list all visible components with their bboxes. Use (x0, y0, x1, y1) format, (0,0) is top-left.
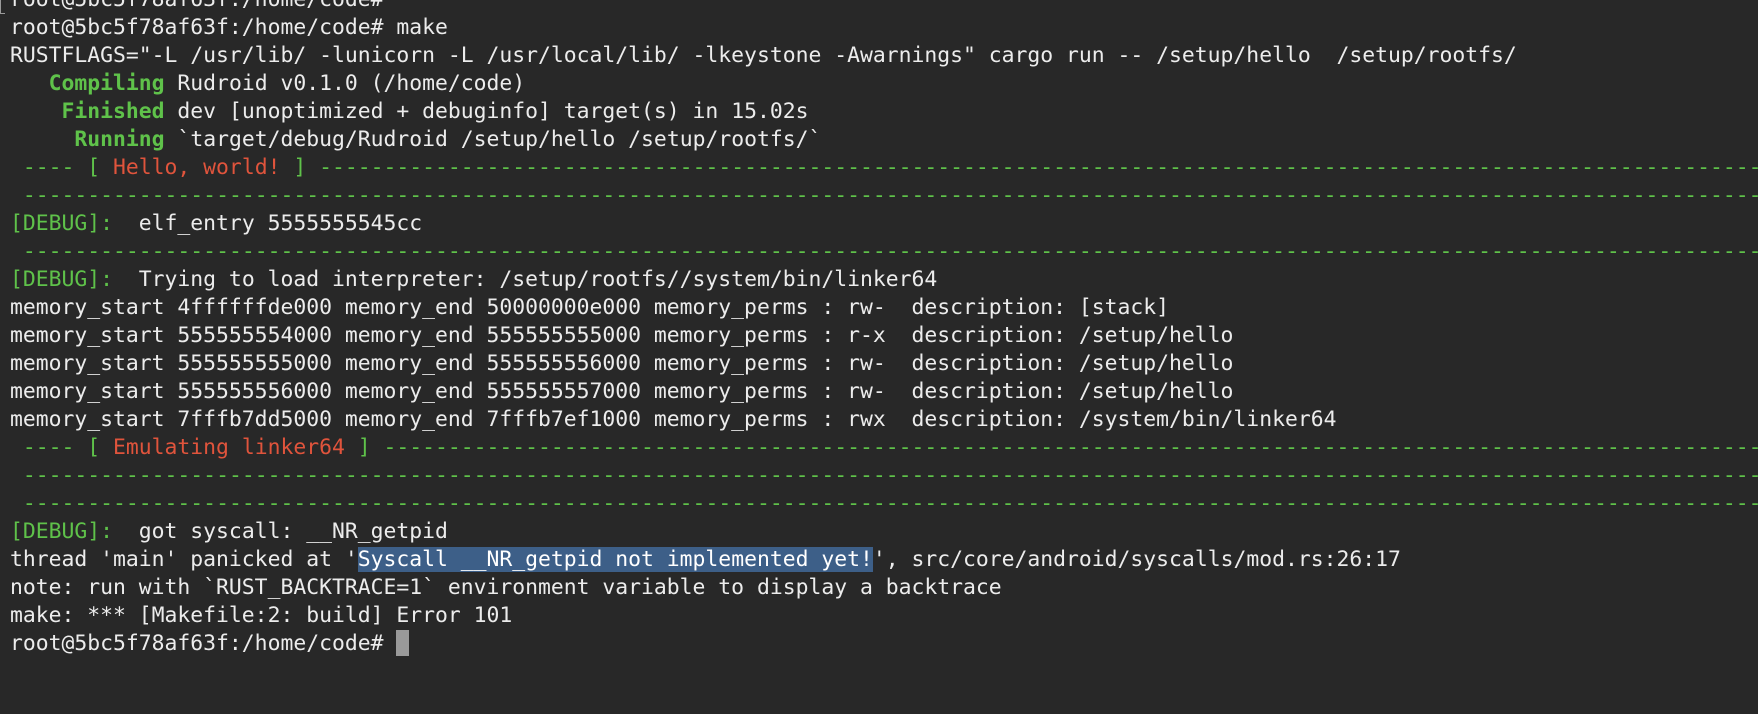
compiling-label: Compiling (48, 71, 165, 96)
separator-rule: ----------------------------------------… (10, 238, 1758, 266)
debug-tag: [DEBUG]: (10, 211, 114, 236)
separator-rule-dashes: ----------------------------------------… (22, 239, 1758, 264)
banner-emulating-title: Emulating linker64 (113, 435, 345, 460)
selection-bracket-marker (0, 0, 5, 14)
debug-syscall-text: got syscall: __NR_getpid (113, 519, 448, 544)
memory-line: memory_start 555555555000 memory_end 555… (10, 351, 1234, 376)
debug-elf-entry-line: [DEBUG]: elf_entry 5555555545cc (10, 210, 1758, 238)
rustflags-command-line: RUSTFLAGS="-L /usr/lib/ -lunicorn -L /us… (10, 43, 1517, 68)
banner-emulating-rule: ----------------------------------------… (383, 435, 1758, 460)
partial-prompt-line: root@5bc5f78af63f:/home/code# (10, 0, 1758, 14)
terminal-window[interactable]: root@5bc5f78af63f:/home/code# root@5bc5f… (0, 0, 1758, 700)
debug-tag: [DEBUG]: (10, 267, 114, 292)
finished-label: Finished (61, 99, 165, 124)
banner-hello-suffix: ] (280, 155, 320, 180)
finished-line: Finished dev [unoptimized + debuginfo] t… (10, 98, 1758, 126)
make-error-line: make: *** [Makefile:2: build] Error 101 (10, 603, 513, 628)
memory-line: memory_start 555555556000 memory_end 555… (10, 379, 1234, 404)
banner-hello-title: Hello, world! (113, 155, 281, 180)
memory-line: memory_start 7fffb7dd5000 memory_end 7ff… (10, 407, 1337, 432)
debug-syscall-line: [DEBUG]: got syscall: __NR_getpid (10, 518, 1758, 546)
backtrace-note-line: note: run with `RUST_BACKTRACE=1` enviro… (10, 575, 1002, 600)
separator-rule: ----------------------------------------… (10, 490, 1758, 518)
panic-prefix: thread 'main' panicked at ' (10, 547, 358, 572)
debug-elf-entry-text: elf_entry 5555555545cc (113, 211, 423, 236)
banner-emulating-suffix: ] (344, 435, 384, 460)
panic-selected-text[interactable]: Syscall __NR_getpid not implemented yet! (357, 547, 873, 572)
finished-text: dev [unoptimized + debuginfo] target(s) … (164, 99, 809, 124)
debug-tag: [DEBUG]: (10, 519, 114, 544)
separator-rule: ----------------------------------------… (10, 462, 1758, 490)
memory-line: memory_start 555555554000 memory_end 555… (10, 323, 1234, 348)
banner-emulating-prefix: ---- [ (10, 435, 114, 460)
running-text: `target/debug/Rudroid /setup/hello /setu… (164, 127, 822, 152)
prompt-make-line: root@5bc5f78af63f:/home/code# make (10, 15, 448, 40)
memory-line: memory_start 4ffffffde000 memory_end 500… (10, 295, 1170, 320)
separator-rule-dashes: ----------------------------------------… (22, 183, 1758, 208)
separator-rule-dashes: ----------------------------------------… (22, 491, 1758, 516)
debug-interpreter-text: Trying to load interpreter: /setup/rootf… (113, 267, 938, 292)
separator-rule: ----------------------------------------… (10, 182, 1758, 210)
running-line: Running `target/debug/Rudroid /setup/hel… (10, 126, 1758, 154)
separator-rule-dashes: ----------------------------------------… (22, 463, 1758, 488)
banner-emulating-line: ---- [ Emulating linker64 ] ------------… (10, 434, 1758, 462)
final-prompt-text: root@5bc5f78af63f:/home/code# (10, 631, 397, 656)
compiling-text: Rudroid v0.1.0 (/home/code) (164, 71, 526, 96)
terminal-cursor[interactable] (396, 630, 410, 656)
compiling-line: Compiling Rudroid v0.1.0 (/home/code) (10, 70, 1758, 98)
panic-line: thread 'main' panicked at 'Syscall __NR_… (10, 546, 1758, 574)
banner-hello-line: ---- [ Hello, world! ] -----------------… (10, 154, 1758, 182)
panic-suffix: ', src/core/android/syscalls/mod.rs:26:1… (872, 547, 1401, 572)
running-label: Running (74, 127, 165, 152)
final-prompt-line[interactable]: root@5bc5f78af63f:/home/code# (10, 630, 1758, 658)
banner-hello-prefix: ---- [ (10, 155, 114, 180)
banner-hello-rule: ----------------------------------------… (319, 155, 1758, 180)
debug-interpreter-line: [DEBUG]: Trying to load interpreter: /se… (10, 266, 1758, 294)
